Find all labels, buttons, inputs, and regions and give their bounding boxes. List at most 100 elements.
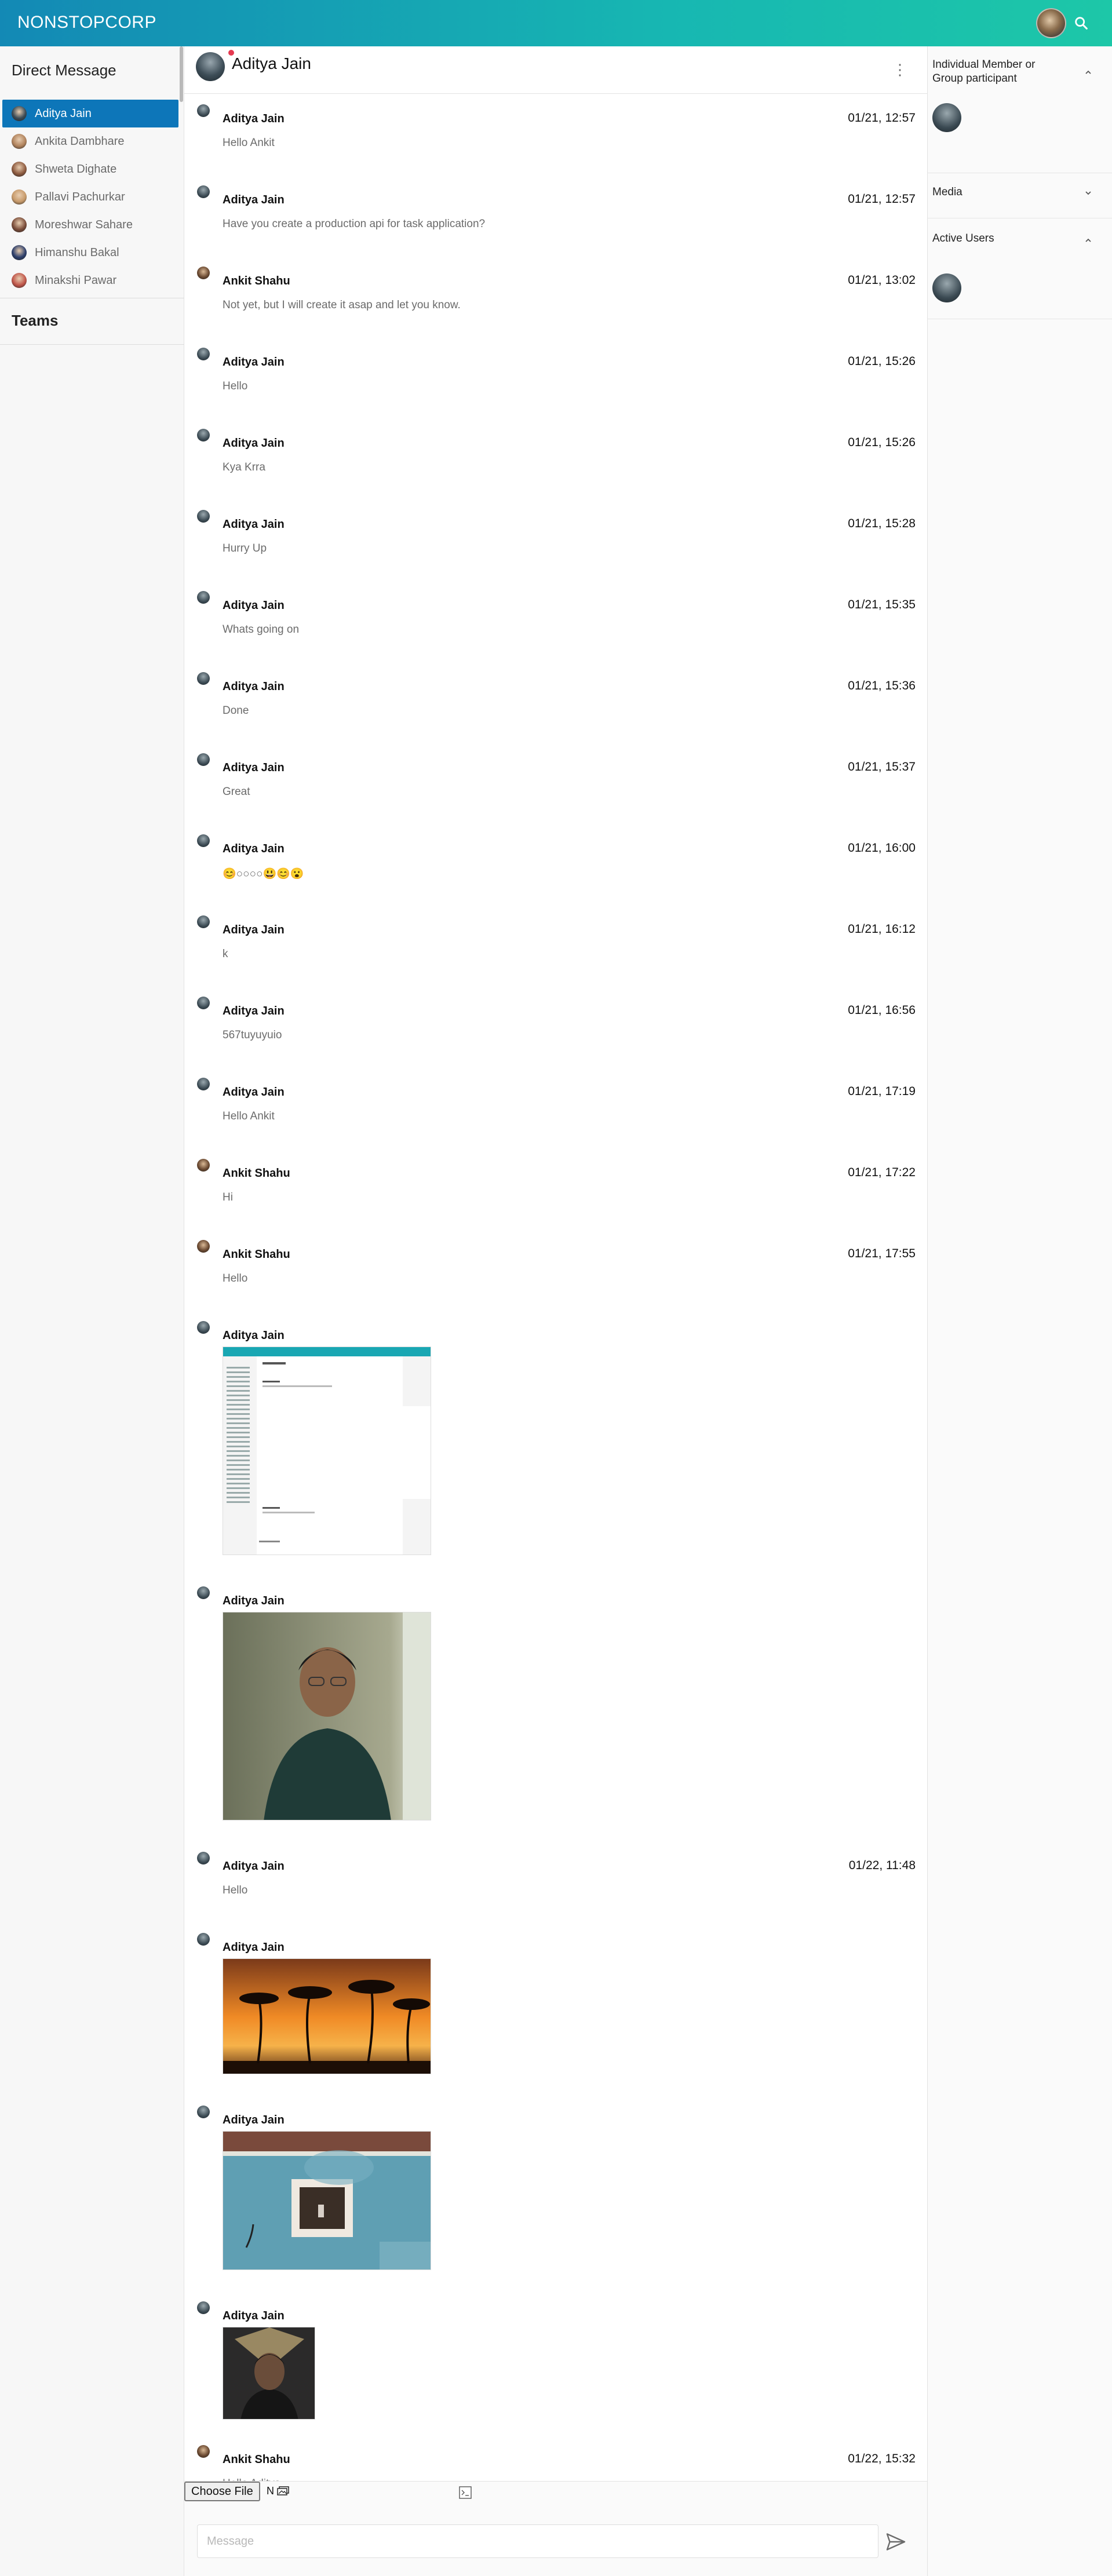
message-image[interactable] [223,1612,431,1820]
message-sender: Aditya Jain [223,356,285,368]
message-timestamp: 01/21, 15:26 [848,436,916,449]
active-users-section-title[interactable]: Active Users [932,232,1060,246]
message-sender: Aditya Jain [223,1941,285,1954]
message-text: Kya Krra [223,461,265,473]
file-status-text: N [267,2485,274,2497]
message-avatar [197,348,210,360]
avatar [12,162,27,177]
sidebar-item-pallavi-pachurkar[interactable]: Pallavi Pachurkar [2,183,178,211]
message-sender: Aditya Jain [223,2114,285,2126]
message-sender: Aditya Jain [223,924,285,936]
message-sender: Aditya Jain [223,1005,285,1017]
members-section-title[interactable]: Individual Member or Group participant [932,58,1060,86]
message-text: Hello Ankit [223,137,275,149]
sidebar-item-minakshi-pawar[interactable]: Minakshi Pawar [2,267,178,294]
message-sender: Aditya Jain [223,112,285,125]
sidebar-item-aditya-jain[interactable]: Aditya Jain [2,100,178,127]
message-sender: Aditya Jain [223,2309,285,2322]
user-avatar[interactable] [1036,8,1066,38]
avatar [12,106,27,121]
brand-logo[interactable]: NONSTOPCORP [17,13,156,32]
message-avatar [197,510,210,523]
chat-title: Aditya Jain [232,54,311,72]
message-sender: Ankit Shahu [223,2453,290,2466]
message-image[interactable] [223,2327,315,2420]
kebab-menu-icon[interactable]: ⋮ [892,59,907,80]
sidebar-item-ankita-dambhare[interactable]: Ankita Dambhare [2,127,178,155]
sidebar-item-label: Pallavi Pachurkar [35,190,125,203]
details-panel: Individual Member or Group participant M… [927,46,1112,2576]
choose-file-button[interactable]: Choose File [184,2482,260,2501]
message-sender: Aditya Jain [223,518,285,531]
message-sender: Ankit Shahu [223,275,290,287]
message-timestamp: 01/21, 15:35 [848,598,916,611]
avatar [12,273,27,288]
message-timestamp: 01/21, 15:26 [848,355,916,368]
message-list[interactable]: Aditya Jain 01/21, 12:57 Hello Ankit Aditya… [184,94,927,2490]
message-text: Done [223,705,249,717]
sidebar-item-label: Minakshi Pawar [35,273,117,287]
message-avatar [197,1852,210,1865]
message-timestamp: 01/21, 17:19 [848,1085,916,1098]
message-timestamp: 01/21, 13:02 [848,273,916,287]
sidebar-item-moreshwar-sahare[interactable]: Moreshwar Sahare [2,211,178,239]
chat-header: Aditya Jain ⋮ [184,46,927,94]
media-section-title[interactable]: Media [932,185,1060,199]
message-timestamp: 01/22, 11:48 [848,1859,916,1872]
avatar [12,245,27,260]
send-icon[interactable] [885,2531,906,2552]
sidebar-item-label: Moreshwar Sahare [35,218,133,231]
dm-list: Aditya Jain Ankita Dambhare Shweta Dighate… [0,100,184,294]
chevron-down-icon[interactable] [1083,188,1093,198]
message-sender: Ankit Shahu [223,1167,290,1180]
message-avatar [197,429,210,442]
message-text: Hello [223,1884,248,1896]
avatar [12,217,27,232]
message-image[interactable] [223,1958,431,2074]
message-sender: Aditya Jain [223,842,285,855]
sidebar-item-himanshu-bakal[interactable]: Himanshu Bakal [2,239,178,267]
emoji-icon[interactable] [459,2486,472,2499]
message-sender: Aditya Jain [223,1086,285,1099]
chevron-up-icon[interactable] [1083,235,1093,246]
message-text: 567tuyuyuio [223,1029,282,1041]
message-text: k [223,948,228,960]
sidebar-divider [0,344,184,345]
message-timestamp: 01/21, 15:28 [848,517,916,530]
top-app-bar: NONSTOPCORP [0,0,1112,46]
message-timestamp: 01/21, 17:22 [848,1166,916,1179]
message-sender: Aditya Jain [223,1329,285,1342]
message-text: Whats going on [223,623,300,636]
sidebar-item-label: Shweta Dighate [35,162,117,176]
chevron-up-icon[interactable] [1083,67,1093,78]
sidebar-title: Direct Message [12,61,116,79]
message-image[interactable] [223,1347,431,1555]
message-text: 😊○○○○😃😊😮 [223,868,304,880]
message-text: Hello Ankit [223,1110,275,1122]
sidebar-item-shweta-dighate[interactable]: Shweta Dighate [2,155,178,183]
file-status: N [267,2485,290,2497]
message-input[interactable] [197,2524,878,2558]
message-timestamp: 01/21, 16:56 [848,1004,916,1017]
message-sender: Ankit Shahu [223,1248,290,1261]
member-avatar[interactable] [932,103,961,132]
message-sender: Aditya Jain [223,680,285,693]
message-sender: Aditya Jain [223,1595,285,1607]
message-text: Hi [223,1191,233,1203]
message-avatar [197,915,210,928]
message-text: Hello [223,380,248,392]
sidebar-item-label: Ankita Dambhare [35,134,125,148]
message-avatar [197,185,210,198]
image-upload-icon[interactable] [277,2486,290,2495]
message-text: Hurry Up [223,542,267,554]
message-image[interactable] [223,2131,431,2270]
message-text: Hello [223,1272,248,1285]
search-icon[interactable] [1073,15,1089,31]
sidebar-scrollbar[interactable] [180,46,183,102]
message-text: Have you create a production api for tas… [223,218,486,230]
message-avatar [197,2301,210,2314]
active-user-avatar[interactable] [932,273,961,302]
teams-heading[interactable]: Teams [12,312,58,330]
message-sender: Aditya Jain [223,437,285,450]
message-sender: Aditya Jain [223,194,285,206]
